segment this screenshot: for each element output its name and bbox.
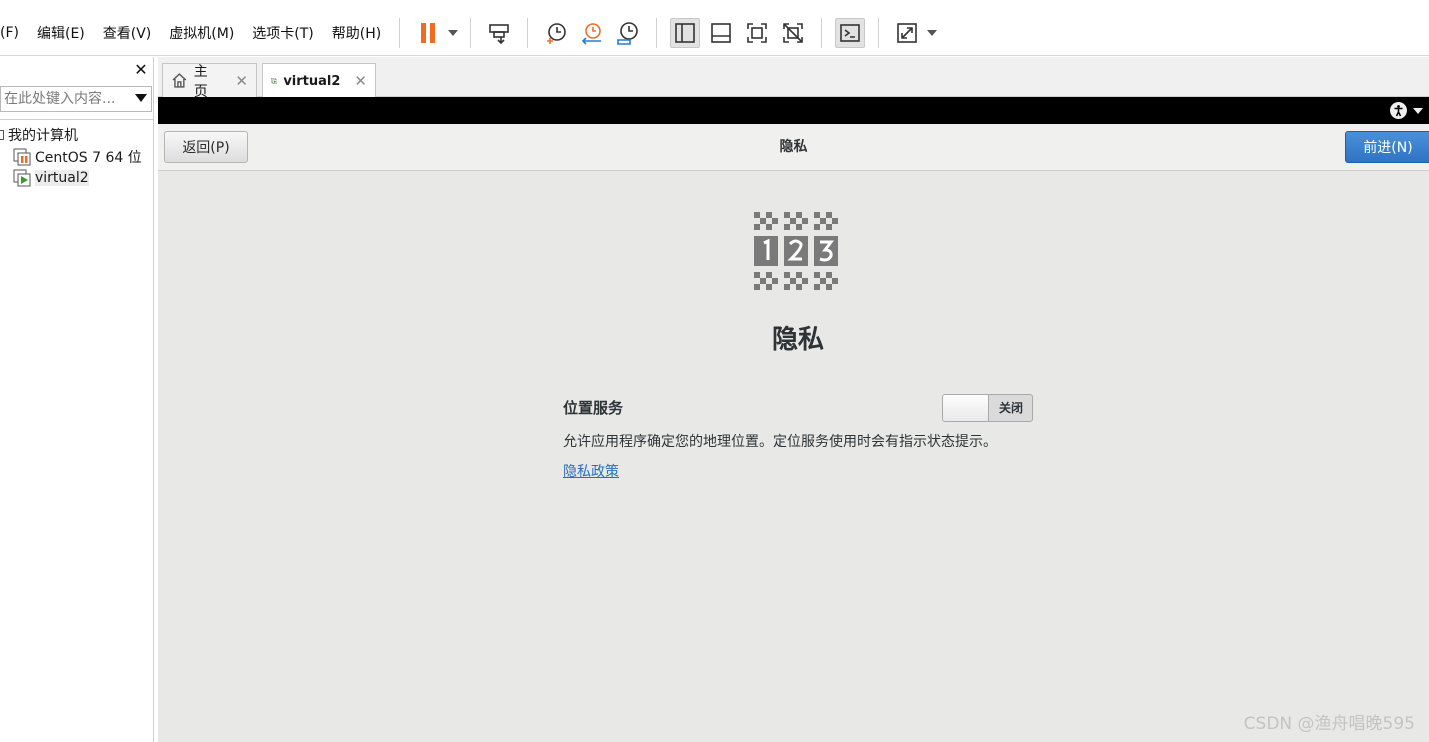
pause-icon (421, 22, 436, 43)
tree-item-label: virtual2 (35, 170, 89, 186)
menu-vm[interactable]: 虚拟机(M) (169, 23, 234, 43)
accessibility-icon[interactable] (1390, 102, 1407, 119)
location-services-label: 位置服务 (563, 399, 624, 417)
snapshot-manager-button[interactable] (613, 18, 643, 48)
menu-edit[interactable]: 编辑(E) (37, 23, 85, 43)
tab-bar: 主页 ✕ virtual2 ✕ (158, 57, 1429, 100)
library-sidebar: ✕ 我的计算机 CentOS 7 64 位 virtual2 (0, 57, 154, 742)
toggle-knob (943, 395, 989, 421)
snapshot-icon (547, 22, 567, 44)
vm-paused-icon (13, 148, 31, 166)
toggle-state-label: 关闭 (998, 401, 1023, 415)
watermark: CSDN @渔舟唱晚595 (1243, 714, 1415, 734)
close-tab-icon[interactable]: ✕ (235, 72, 248, 90)
library-search (0, 86, 152, 112)
home-icon (172, 73, 187, 88)
tab-label: virtual2 (283, 73, 341, 89)
tab-home[interactable]: 主页 ✕ (162, 63, 257, 100)
toolbar-separator (470, 17, 472, 48)
gnome-top-bar (158, 97, 1429, 124)
toolbar-separator (656, 17, 658, 48)
tab-virtual2[interactable]: virtual2 ✕ (262, 63, 376, 98)
location-services-toggle[interactable]: 关闭 (942, 394, 1033, 422)
revert-snapshot-button[interactable] (577, 18, 607, 48)
toolbar-separator (399, 17, 401, 48)
sidebar-divider (0, 119, 153, 120)
location-services-description: 允许应用程序确定您的地理位置。定位服务使用时会有指示状态提示。 (563, 434, 997, 450)
system-menu-caret[interactable] (1413, 108, 1423, 114)
back-button[interactable]: 返回(P) (164, 131, 248, 163)
pause-button[interactable] (413, 18, 443, 48)
stretch-dropdown[interactable] (925, 18, 939, 48)
revert-snapshot-icon (582, 22, 602, 45)
vm-running-icon (271, 78, 278, 84)
full-screen-button[interactable] (742, 18, 772, 48)
menu-view[interactable]: 查看(V) (103, 23, 152, 43)
sidebar-view-icon (675, 22, 696, 43)
menu-help[interactable]: 帮助(H) (332, 23, 381, 43)
menu-file[interactable]: (F) (0, 25, 19, 41)
stretch-button[interactable] (892, 18, 922, 48)
tree-item-centos[interactable]: CentOS 7 64 位 (13, 147, 142, 167)
snapshot-manager-icon (617, 21, 639, 45)
installer-header: 返回(P) 隐私 前进(N) (158, 124, 1429, 171)
unity-button[interactable] (778, 18, 808, 48)
console-icon (840, 23, 861, 42)
toolbar-separator (878, 17, 880, 48)
search-dropdown-caret[interactable] (135, 94, 147, 102)
tree-item-virtual2[interactable]: virtual2 (13, 169, 89, 187)
tree-item-label: CentOS 7 64 位 (35, 150, 142, 166)
thumbnail-view-icon (711, 22, 732, 43)
collapse-icon (0, 130, 4, 140)
privacy-icon (754, 212, 842, 292)
tree-root-label: 我的计算机 (8, 128, 78, 144)
console-view-button[interactable] (835, 17, 866, 48)
close-tab-icon[interactable]: ✕ (354, 72, 367, 90)
thumbnail-bar-button[interactable] (706, 18, 736, 48)
tab-label: 主页 (193, 63, 208, 100)
send-ctrl-alt-del-button[interactable] (484, 18, 514, 48)
fullscreen-icon (747, 22, 768, 43)
window-title-strip (0, 0, 1429, 10)
next-button[interactable]: 前进(N) (1345, 131, 1429, 163)
send-keys-icon (489, 23, 510, 44)
library-search-input[interactable] (1, 88, 129, 110)
show-library-button[interactable] (670, 17, 701, 48)
chevron-down-icon (448, 29, 459, 36)
vm-running-icon (13, 169, 31, 187)
chevron-down-icon (927, 29, 938, 36)
pause-dropdown[interactable] (446, 18, 460, 48)
toolbar-separator (527, 17, 529, 48)
tree-root-my-computer[interactable]: 我的计算机 (0, 125, 78, 145)
header-title: 隐私 (779, 139, 808, 155)
vm-console[interactable]: 返回(P) 隐私 前进(N) 隐私 位置服务 关闭 允许应用程序确定您的地理位置… (158, 97, 1429, 742)
menubar: (F) 编辑(E) 查看(V) 虚拟机(M) 选项卡(T) 帮助(H) (0, 10, 1429, 56)
stretch-icon (897, 22, 918, 43)
page-heading: 隐私 (771, 325, 824, 355)
unity-icon (783, 22, 804, 43)
menu-tabs[interactable]: 选项卡(T) (252, 23, 313, 43)
take-snapshot-button[interactable] (541, 18, 571, 48)
toolbar-separator (821, 17, 823, 48)
privacy-policy-link[interactable]: 隐私政策 (563, 461, 619, 481)
close-library-button[interactable]: ✕ (132, 61, 150, 79)
